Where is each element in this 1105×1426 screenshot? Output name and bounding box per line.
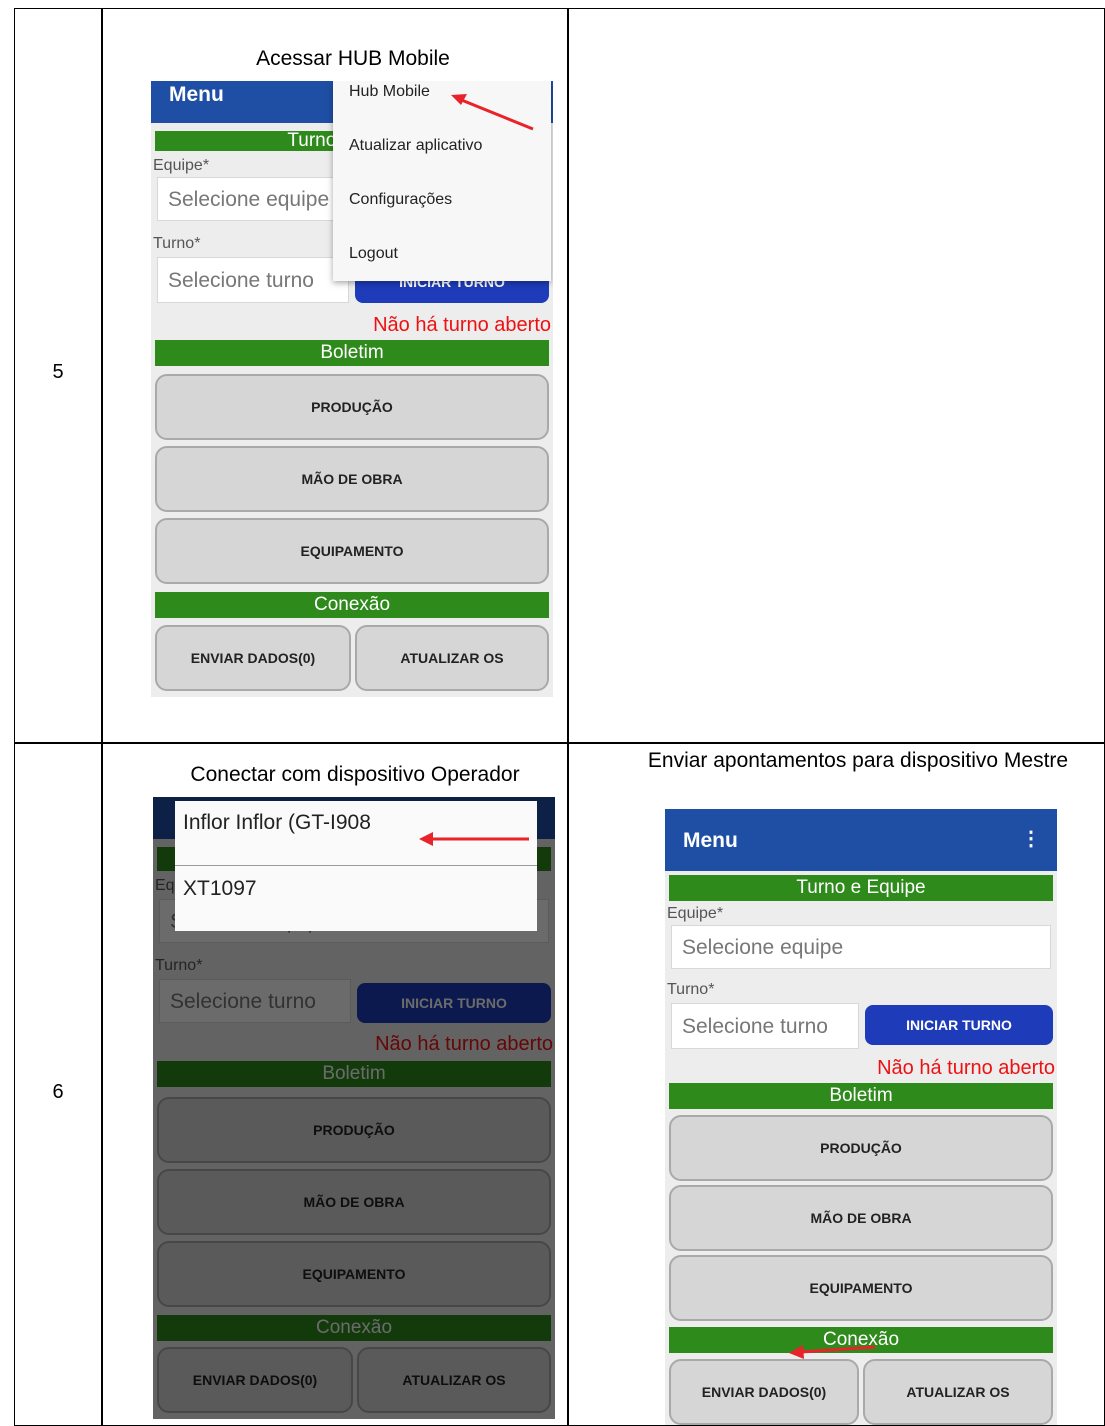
step-caption: Conectar com dispositivo Operador [190, 763, 520, 786]
steps-table: 5 Acessar HUB Mobile Menu Turno e Equipe… [14, 8, 1105, 1426]
table-row: 5 Acessar HUB Mobile Menu Turno e Equipe… [14, 8, 1105, 744]
producao-button[interactable]: PRODUÇÃO [669, 1115, 1053, 1181]
mao-de-obra-button[interactable]: MÃO DE OBRA [669, 1185, 1053, 1251]
menu-item-configuracoes[interactable]: Configurações [349, 191, 452, 209]
enviar-dados-button[interactable]: ENVIAR DADOS(0) [155, 625, 351, 691]
equipe-select[interactable]: Selecione equipe [671, 925, 1051, 969]
menu-item-atualizar-aplicativo[interactable]: Atualizar aplicativo [349, 137, 482, 155]
atualizar-os-button[interactable]: ATUALIZAR OS [863, 1359, 1053, 1425]
equipamento-button[interactable]: EQUIPAMENTO [669, 1255, 1053, 1321]
dialog-divider [175, 865, 537, 866]
equipe-label: Equipe* [667, 905, 724, 922]
turno-label: Turno* [667, 981, 715, 998]
equipamento-button[interactable]: EQUIPAMENTO [155, 518, 549, 584]
no-shift-message: Não há turno aberto [877, 1057, 1055, 1079]
phone-screen: Menu Turno e Equipe Equipe* Selecione eq… [151, 81, 553, 697]
producao-button[interactable]: PRODUÇÃO [155, 374, 549, 440]
menu-item-hub-mobile[interactable]: Hub Mobile [349, 83, 430, 101]
step-number: 5 [52, 361, 64, 383]
table-row: 6 Conectar com dispositivo Operador Envi… [14, 742, 1105, 1426]
enviar-dados-button[interactable]: ENVIAR DADOS(0) [669, 1359, 859, 1425]
red-arrow-icon [789, 1345, 876, 1359]
equipe-label: Equipe* [153, 157, 210, 174]
section-boletim: Boletim [155, 340, 549, 366]
step-number: 6 [52, 1081, 64, 1103]
turno-select[interactable]: Selecione turno [157, 257, 349, 303]
menu-title[interactable]: Menu [683, 829, 738, 853]
column-divider [101, 9, 103, 743]
red-arrow-icon [451, 94, 534, 131]
turno-label: Turno* [153, 235, 201, 252]
section-turno-equipe: Turno e Equipe [669, 875, 1053, 901]
device-item-inflor[interactable]: Inflor Inflor (GT-I908 [183, 811, 371, 835]
menu-title[interactable]: Menu [169, 83, 224, 107]
turno-select[interactable]: Selecione turno [671, 1003, 859, 1049]
no-shift-message: Não há turno aberto [373, 314, 551, 336]
column-divider [567, 9, 569, 743]
section-boletim: Boletim [669, 1083, 1053, 1109]
device-chooser-dialog: Inflor Inflor (GT-I908 XT1097 [175, 801, 537, 931]
atualizar-os-button[interactable]: ATUALIZAR OS [355, 625, 549, 691]
menu-item-logout[interactable]: Logout [349, 245, 398, 263]
phone-screen: Turno e Equipe Equipe* Selecione equipe … [153, 797, 555, 1419]
column-divider [101, 743, 103, 1425]
device-item-xt1097[interactable]: XT1097 [183, 877, 257, 901]
app-bar: Menu ⋮ [665, 809, 1057, 871]
overflow-menu-icon[interactable]: ⋮ [1021, 829, 1041, 849]
mao-de-obra-button[interactable]: MÃO DE OBRA [155, 446, 549, 512]
red-arrow-icon [419, 832, 529, 846]
step-caption: Acessar HUB Mobile [256, 47, 450, 70]
column-divider [567, 743, 569, 1425]
section-conexao: Conexão [155, 592, 549, 618]
phone-screen: Menu ⋮ Turno e Equipe Equipe* Selecione … [665, 809, 1057, 1425]
step-caption-right: Enviar apontamentos para dispositivo Mes… [647, 749, 1069, 772]
iniciar-turno-button[interactable]: INICIAR TURNO [865, 1005, 1053, 1045]
